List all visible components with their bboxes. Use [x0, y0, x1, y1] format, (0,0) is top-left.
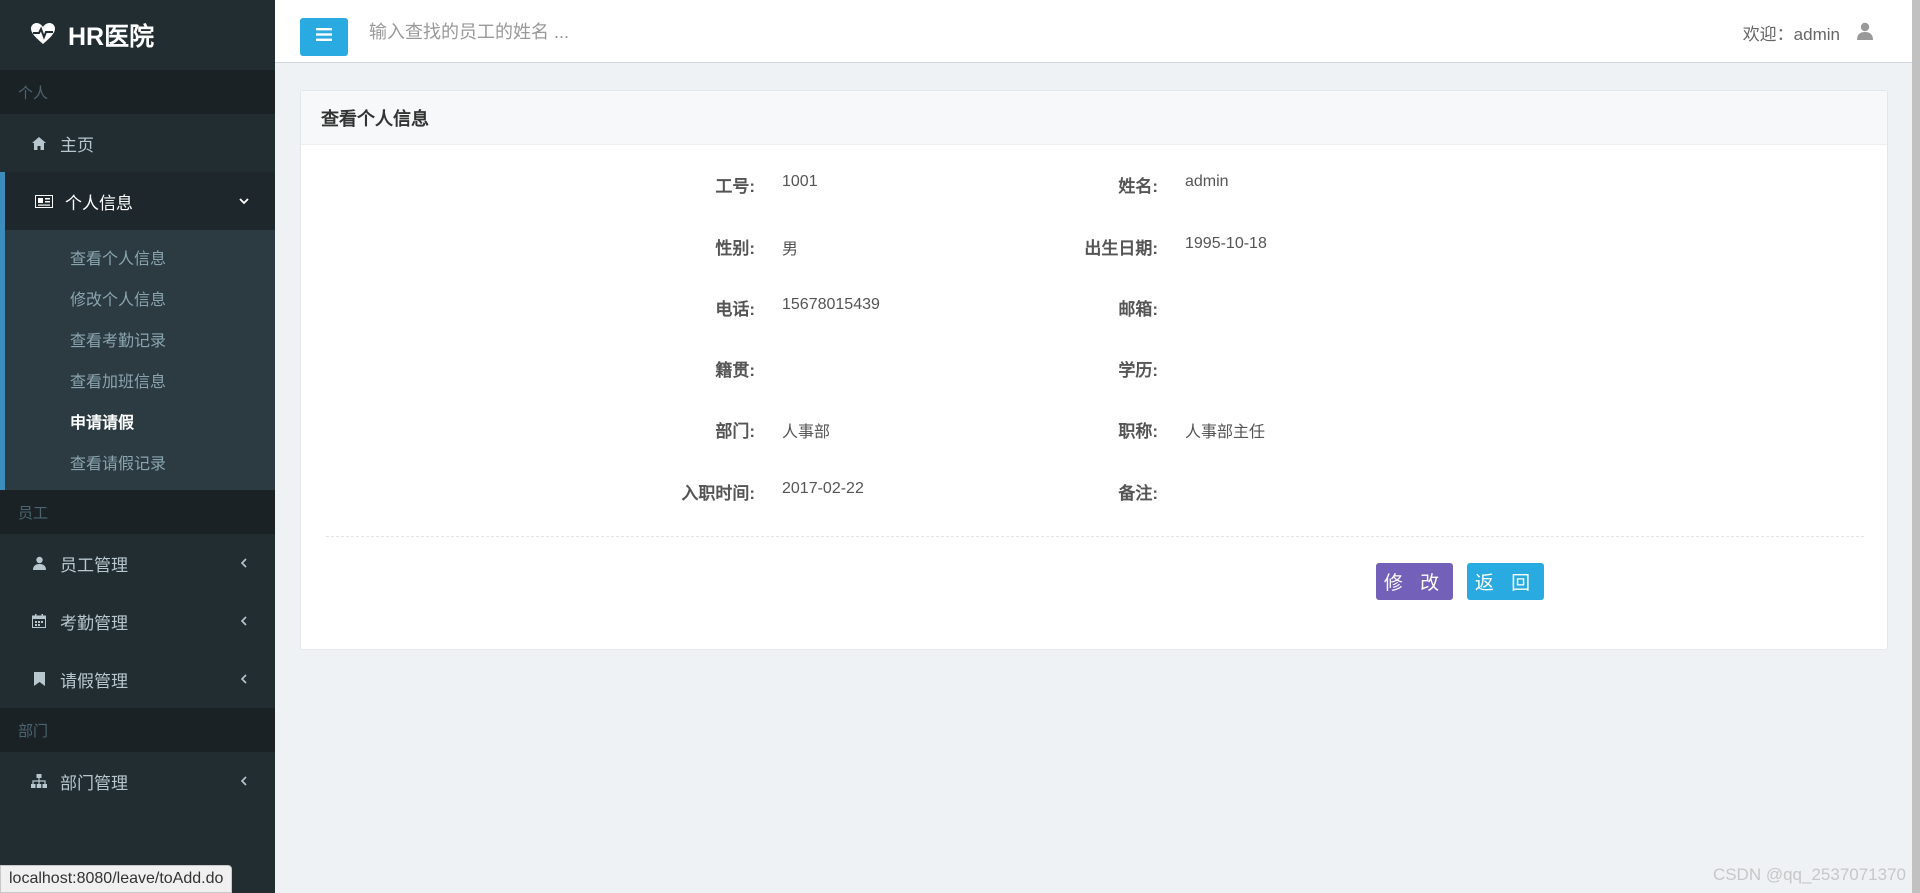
- value-phone: 15678015439: [782, 296, 880, 313]
- section-header-personal: 个人: [0, 70, 275, 114]
- browser-status-url: localhost:8080/leave/toAdd.do: [0, 865, 233, 893]
- top-navbar: 欢迎：admin: [275, 0, 1920, 63]
- value-birth-date: 1995-10-18: [1185, 235, 1267, 252]
- submenu-item-leave-records[interactable]: 查看请假记录: [5, 441, 275, 482]
- employee-search-input[interactable]: [367, 14, 867, 50]
- submenu-item-apply-leave[interactable]: 申请请假: [5, 400, 275, 441]
- scrollbar-thumb[interactable]: [1912, 0, 1920, 893]
- submenu-item-attendance-records[interactable]: 查看考勤记录: [5, 318, 275, 359]
- watermark: CSDN @qq_2537071370: [1712, 865, 1906, 884]
- value-job-title: 人事部主任: [1185, 424, 1266, 441]
- id-card-icon: [35, 192, 53, 210]
- sitemap-icon: [30, 772, 48, 790]
- home-icon: [30, 134, 48, 152]
- sidebar-item-label: 主页: [60, 135, 94, 155]
- label-remarks: 备注:: [1118, 484, 1158, 503]
- sidebar-item-personal-info[interactable]: 个人信息: [0, 172, 275, 230]
- bookmark-icon: [30, 670, 48, 688]
- section-header-staff: 员工: [0, 490, 275, 534]
- welcome-text[interactable]: 欢迎：admin: [1743, 20, 1840, 45]
- sidebar-item-label: 请假管理: [60, 671, 128, 691]
- bars-icon: [316, 28, 332, 46]
- label-birth-date: 出生日期:: [1084, 239, 1158, 258]
- sidebar-item-label: 考勤管理: [60, 613, 128, 633]
- user-icon[interactable]: [1857, 22, 1875, 40]
- personal-info-panel: 查看个人信息 工号: 1001 姓名: admin 性别: 男 出生日期: 19…: [300, 90, 1888, 650]
- section-header-department: 部门: [0, 708, 275, 752]
- sidebar-item-label: 员工管理: [60, 555, 128, 575]
- label-name: 姓名:: [1118, 177, 1158, 196]
- submenu-item-edit-info[interactable]: 修改个人信息: [5, 277, 275, 318]
- label-email: 邮箱:: [1118, 300, 1158, 319]
- sidebar-toggle-button[interactable]: [300, 18, 348, 56]
- edit-button[interactable]: 修 改: [1376, 563, 1453, 600]
- label-phone: 电话:: [715, 300, 755, 319]
- sidebar-item-leave-mgmt[interactable]: 请假管理: [0, 650, 275, 708]
- sidebar-item-attendance-mgmt[interactable]: 考勤管理: [0, 592, 275, 650]
- brand[interactable]: HR医院: [0, 0, 275, 70]
- label-education: 学历:: [1118, 361, 1158, 380]
- brand-title: HR医院: [68, 23, 155, 51]
- value-department: 人事部: [782, 424, 831, 441]
- user-tie-icon: [30, 554, 48, 572]
- back-button[interactable]: 返 回: [1467, 563, 1544, 600]
- chevron-left-icon: [239, 674, 249, 684]
- chevron-left-icon: [239, 776, 249, 786]
- chevron-left-icon: [239, 616, 249, 626]
- sidebar-item-home[interactable]: 主页: [0, 114, 275, 172]
- submenu-item-view-info[interactable]: 查看个人信息: [5, 236, 275, 277]
- chevron-left-icon: [239, 558, 249, 568]
- sidebar-item-staff-mgmt[interactable]: 员工管理: [0, 534, 275, 592]
- value-hire-date: 2017-02-22: [782, 480, 864, 497]
- page-scrollbar[interactable]: [1912, 0, 1920, 893]
- label-hire-date: 入职时间:: [681, 484, 755, 503]
- calendar-icon: [30, 612, 48, 630]
- value-employee-no: 1001: [782, 173, 818, 190]
- submenu-item-overtime-info[interactable]: 查看加班信息: [5, 359, 275, 400]
- personal-info-submenu: 查看个人信息 修改个人信息 查看考勤记录 查看加班信息 申请请假 查看请假记录: [0, 230, 275, 490]
- label-native-place: 籍贯:: [715, 361, 755, 380]
- label-department: 部门:: [715, 422, 755, 441]
- value-name: admin: [1185, 173, 1229, 190]
- value-gender: 男: [782, 241, 799, 258]
- label-employee-no: 工号:: [715, 177, 755, 196]
- label-job-title: 职称:: [1118, 422, 1158, 441]
- form-divider: [326, 536, 1864, 537]
- panel-title: 查看个人信息: [301, 91, 1887, 145]
- sidebar-item-label: 个人信息: [65, 193, 133, 213]
- sidebar-item-label: 部门管理: [60, 773, 128, 793]
- sidebar-item-dept-mgmt[interactable]: 部门管理: [0, 752, 275, 810]
- label-gender: 性别:: [715, 239, 755, 258]
- chevron-down-icon: [239, 196, 249, 206]
- sidebar: HR医院 个人 主页 个人信息 查看个人信息 修改个人信息 查看考勤记录 查看加…: [0, 0, 275, 893]
- heartbeat-icon: [30, 22, 56, 48]
